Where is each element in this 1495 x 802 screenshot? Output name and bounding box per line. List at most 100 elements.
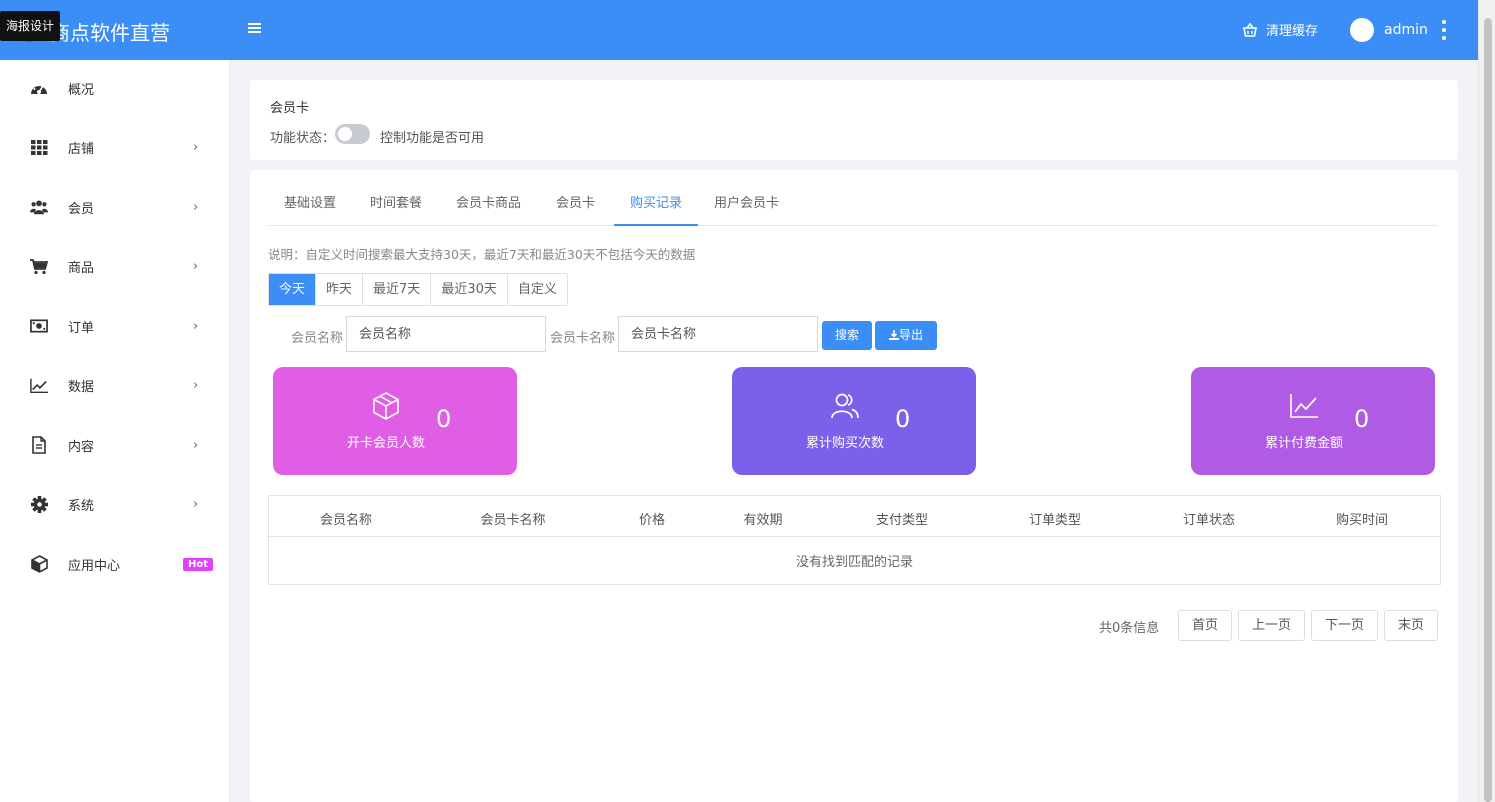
page-scrollbar[interactable]	[1478, 0, 1495, 802]
sidebar: 概况 店铺 › 会员 › 商品 › 订单 › 数据 › 内容 › 系统 › 应用中心 Hot	[0, 60, 230, 802]
grid-icon	[30, 139, 48, 157]
empty-message: 没有找到匹配的记录	[795, 555, 913, 570]
sidebar-item-3[interactable]: 商品 ›	[0, 247, 230, 287]
column-header-4[interactable]: 支付类型	[876, 509, 928, 528]
user-menu[interactable]: admin	[1350, 18, 1428, 42]
prev-page-button[interactable]: 上一页	[1238, 610, 1305, 641]
column-header-2[interactable]: 价格	[639, 509, 665, 528]
date-filter-1[interactable]: 昨天	[316, 274, 364, 305]
stat-value: 0	[436, 405, 452, 433]
dashboard-icon	[30, 79, 48, 97]
cube-icon	[30, 555, 48, 573]
stat-label: 累计付费金额	[1264, 436, 1343, 451]
column-header-1[interactable]: 会员卡名称	[480, 509, 545, 528]
username: admin	[1384, 22, 1428, 38]
member-name-input[interactable]	[346, 316, 546, 352]
hot-badge: Hot	[183, 557, 214, 571]
sidebar-item-label: 应用中心	[68, 558, 121, 574]
card-name-label: 会员卡名称	[550, 331, 616, 346]
gear-icon	[30, 496, 48, 514]
cart-icon	[30, 258, 48, 276]
money-icon	[30, 317, 48, 335]
sidebar-item-5[interactable]: 数据 ›	[0, 366, 230, 406]
first-page-button[interactable]: 首页	[1178, 610, 1232, 641]
app-title: 商点软件直营	[50, 21, 170, 45]
stat-card-1: 累计购买次数 0	[732, 367, 976, 475]
date-filter-2[interactable]: 最近7天	[363, 274, 432, 305]
member-name-label: 会员名称	[291, 331, 344, 346]
avatar	[1350, 18, 1374, 42]
chevron-right-icon: ›	[193, 437, 199, 453]
tab-3[interactable]: 会员卡	[540, 186, 611, 226]
sidebar-item-label: 系统	[68, 499, 95, 514]
export-button[interactable]: 导出	[875, 321, 937, 350]
basket-icon	[1243, 22, 1257, 37]
tab-bar: 基础设置 时间套餐 会员卡商品 会员卡 购买记录 用户会员卡	[268, 186, 1438, 226]
clear-cache-button[interactable]: 清理缓存	[1242, 20, 1318, 39]
scrollbar-thumb[interactable]	[1484, 18, 1492, 802]
box-icon	[371, 391, 401, 421]
more-vertical-icon[interactable]	[1441, 20, 1447, 40]
tab-2[interactable]: 会员卡商品	[440, 186, 537, 226]
export-label: 导出	[898, 328, 923, 342]
sidebar-item-2[interactable]: 会员 ›	[0, 187, 230, 227]
sidebar-item-label: 店铺	[68, 142, 95, 157]
feature-description: 控制功能是否可用	[380, 131, 485, 146]
feature-toggle[interactable]	[335, 124, 370, 144]
tab-4[interactable]: 购买记录	[614, 186, 699, 226]
last-page-button[interactable]: 末页	[1384, 610, 1438, 641]
sidebar-item-label: 内容	[68, 439, 95, 455]
column-header-5[interactable]: 订单类型	[1029, 509, 1081, 528]
sidebar-item-label: 订单	[68, 320, 95, 336]
hamburger-icon[interactable]	[248, 22, 262, 36]
tab-1[interactable]: 时间套餐	[354, 186, 438, 226]
chevron-right-icon: ›	[193, 259, 199, 274]
feature-panel: 会员卡 功能状态： 控制功能是否可用	[250, 80, 1458, 160]
column-header-0[interactable]: 会员名称	[320, 509, 372, 528]
sidebar-item-7[interactable]: 系统 ›	[0, 485, 230, 525]
toggle-knob	[338, 127, 352, 141]
table-header: 会员名称 会员卡名称 价格 有效期 支付类型 订单类型 订单状态 购买时间	[269, 496, 1440, 537]
stat-value: 0	[895, 405, 911, 433]
column-header-7[interactable]: 购买时间	[1336, 509, 1388, 528]
sidebar-item-label: 会员	[68, 201, 95, 217]
chevron-right-icon: ›	[193, 318, 199, 334]
sidebar-item-1[interactable]: 店铺 ›	[0, 128, 230, 168]
column-header-3[interactable]: 有效期	[743, 509, 782, 528]
sidebar-item-0[interactable]: 概况	[0, 68, 230, 108]
document-icon	[30, 436, 48, 454]
chevron-right-icon: ›	[193, 497, 199, 512]
chevron-right-icon: ›	[193, 378, 199, 393]
search-button[interactable]: 搜索	[822, 321, 872, 350]
feature-status-label: 功能状态：	[270, 131, 336, 146]
records-panel: 基础设置 时间套餐 会员卡商品 会员卡 购买记录 用户会员卡 说明：自定义时间搜索最大支持…	[250, 170, 1458, 802]
feature-title: 会员卡	[270, 101, 310, 116]
tab-0[interactable]: 基础设置	[268, 186, 352, 226]
date-filter-0[interactable]: 今天	[269, 274, 317, 305]
column-header-6[interactable]: 订单状态	[1183, 509, 1235, 528]
date-filter-group: 今天 昨天 最近7天 最近30天 自定义	[268, 273, 568, 306]
note-text: 说明：自定义时间搜索最大支持30天，最近7天和最近30天不包括今天的数据	[268, 247, 696, 262]
users-outline-icon	[830, 391, 860, 421]
stat-card-2: 累计付费金额 0	[1191, 367, 1435, 475]
date-filter-3[interactable]: 最近30天	[431, 274, 508, 305]
download-icon	[888, 330, 899, 340]
sidebar-item-label: 概况	[68, 82, 95, 98]
stat-label: 开卡会员人数	[346, 436, 425, 451]
sidebar-item-4[interactable]: 订单 ›	[0, 306, 230, 346]
stat-label: 累计购买次数	[805, 436, 884, 451]
card-name-input[interactable]	[618, 316, 818, 352]
records-table: 会员名称 会员卡名称 价格 有效期 支付类型 订单类型 订单状态 购买时间 没有找到匹配的记录	[268, 495, 1441, 585]
sidebar-item-label: 商品	[68, 261, 95, 276]
tab-5[interactable]: 用户会员卡	[698, 186, 795, 226]
clear-cache-label: 清理缓存	[1266, 24, 1319, 39]
sidebar-item-label: 数据	[68, 380, 95, 395]
sidebar-item-8[interactable]: 应用中心 Hot	[0, 544, 230, 584]
sidebar-item-6[interactable]: 内容 ›	[0, 425, 230, 465]
date-filter-4[interactable]: 自定义	[508, 274, 567, 305]
top-header: 商点软件直营 海报设计 清理缓存 admin	[0, 0, 1478, 60]
line-chart-icon	[30, 377, 48, 395]
stat-value: 0	[1354, 405, 1370, 433]
total-count: 共0条信息	[1099, 621, 1160, 636]
next-page-button[interactable]: 下一页	[1311, 610, 1378, 641]
